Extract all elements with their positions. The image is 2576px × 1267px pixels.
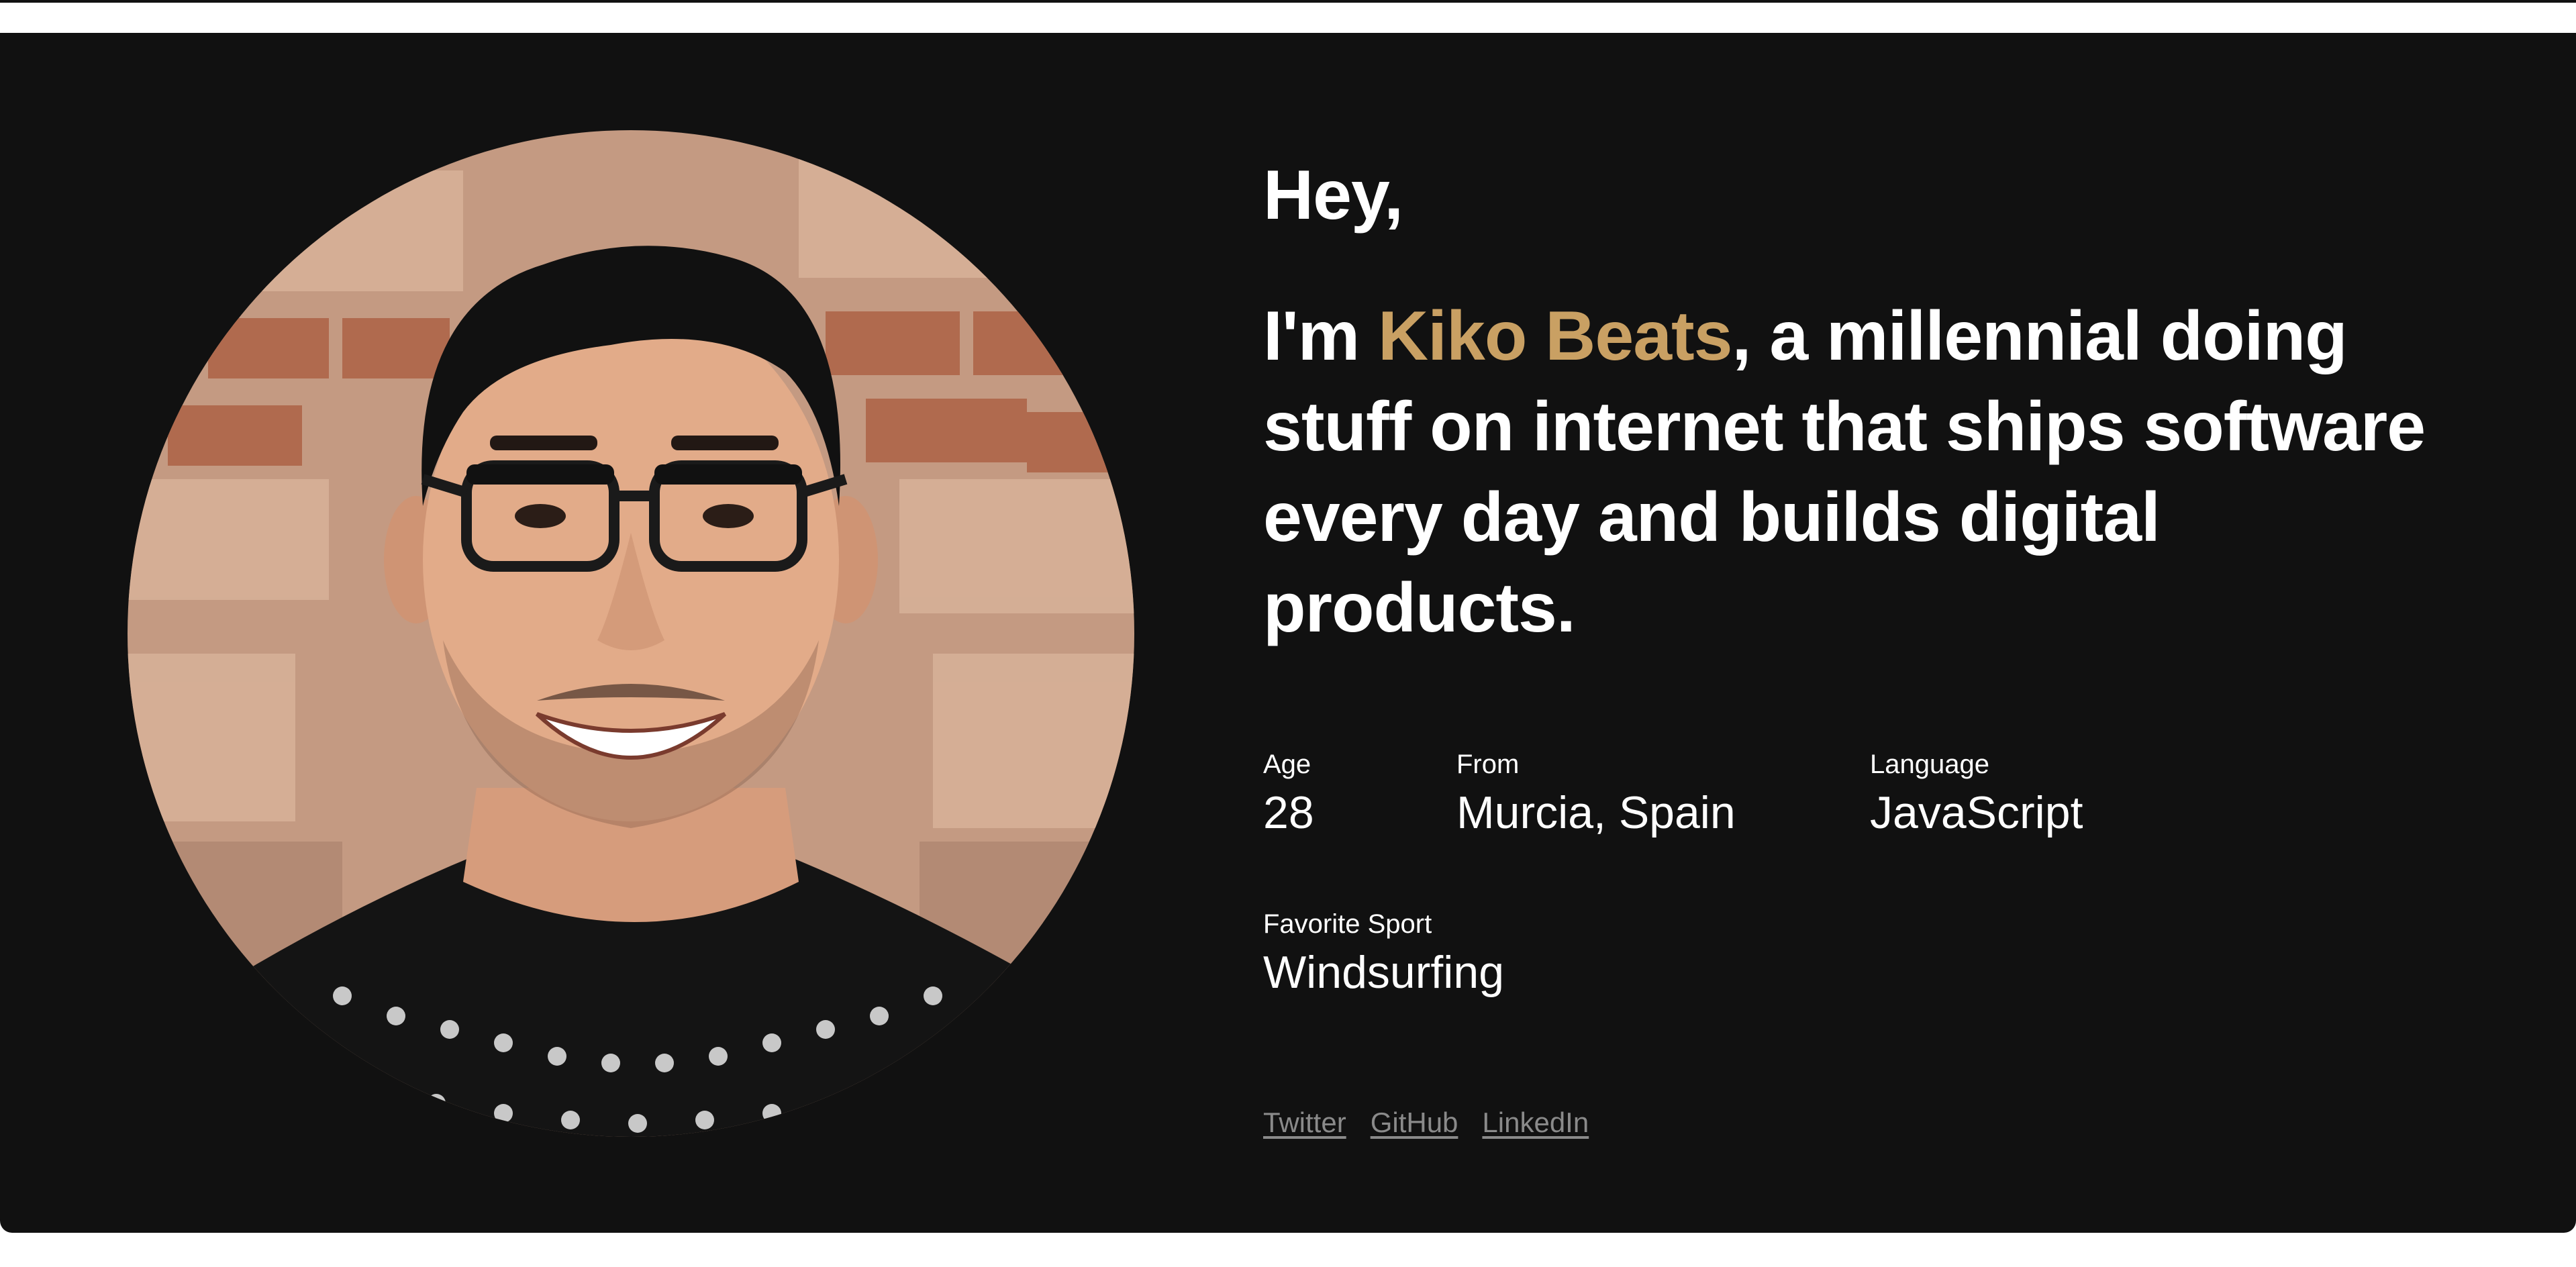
fact-language: Language JavaScript: [1870, 748, 2083, 842]
fact-favorite-sport: Favorite Sport Windsurfing: [1263, 908, 1504, 1002]
hero-section: Hey, I'm Kiko Beats, a millennial doing …: [0, 33, 2576, 1233]
social-links: Twitter GitHub LinkedIn: [1263, 1107, 1589, 1139]
page: Hey, I'm Kiko Beats, a millennial doing …: [0, 0, 2576, 1267]
intro-content: Hey, I'm Kiko Beats, a millennial doing …: [1263, 154, 2471, 1057]
intro-text: I'm Kiko Beats, a millennial doing stuff…: [1263, 291, 2444, 654]
github-link[interactable]: GitHub: [1371, 1107, 1458, 1139]
name-highlight: Kiko Beats: [1378, 297, 1733, 375]
fact-age: Age 28: [1263, 748, 1314, 842]
fact-value: Murcia, Spain: [1456, 787, 1736, 838]
fact-value: JavaScript: [1870, 787, 2083, 838]
profile-photo: [128, 130, 1134, 1137]
intro-prefix: I'm: [1263, 297, 1378, 375]
fact-value: 28: [1263, 787, 1314, 838]
fact-label: From: [1456, 749, 1520, 779]
fact-label: Favorite Sport: [1263, 909, 1432, 939]
top-border: [0, 0, 2576, 3]
fact-from: From Murcia, Spain: [1456, 748, 1736, 842]
fact-label: Language: [1870, 749, 1989, 779]
fact-value: Windsurfing: [1263, 946, 1505, 998]
linkedin-link[interactable]: LinkedIn: [1482, 1107, 1589, 1139]
fact-label: Age: [1263, 749, 1311, 779]
twitter-link[interactable]: Twitter: [1263, 1107, 1346, 1139]
facts-grid: Age 28 From Murcia, Spain Language JavaS…: [1263, 748, 2471, 1057]
greeting: Hey,: [1263, 156, 1403, 234]
